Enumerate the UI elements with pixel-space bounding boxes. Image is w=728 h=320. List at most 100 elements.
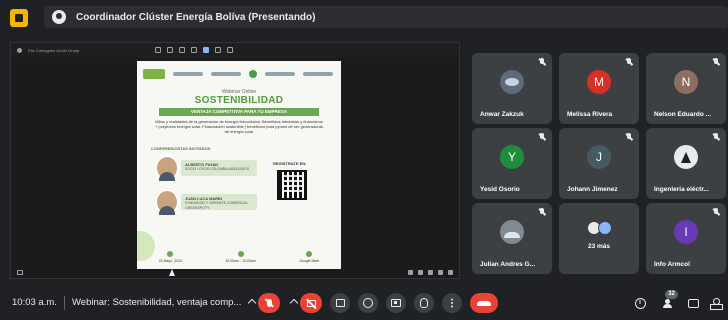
people-button[interactable] (662, 296, 676, 310)
flyer-platform-text: Google Meet (299, 259, 320, 263)
mic-off-icon (712, 133, 720, 141)
clock: 10:03 a.m. (12, 297, 57, 308)
toolbar-tool-icon[interactable] (215, 47, 222, 53)
avatar: J (587, 145, 611, 169)
camera-toggle-button[interactable] (300, 293, 322, 313)
avatar (598, 221, 612, 235)
mic-off-icon (266, 299, 272, 307)
activities-icon (710, 297, 723, 310)
meet-window: Coordinador Clúster Energía Bolíva (Pres… (0, 0, 728, 320)
greenspoty-logo-icon (249, 70, 257, 78)
search-icon[interactable] (428, 270, 433, 275)
camera-off-icon (306, 299, 316, 307)
flyer-description: Mitos y realidades de la generación de e… (155, 119, 323, 134)
speaker-role: FUNDADOR Y GERENTE COMERCIAL GREENSPOTY (185, 201, 248, 210)
speaker-photo (155, 189, 179, 215)
participant-tile[interactable]: J Johann Jimenez (559, 128, 639, 199)
zoom-out-icon[interactable] (408, 270, 413, 275)
speaker-photo (155, 155, 179, 181)
speaker-tag: ALBERTO FAYAD SOCIO LOYDS COLOMBIA ABOGA… (181, 160, 257, 176)
mic-toggle-button[interactable] (258, 293, 280, 313)
captions-icon[interactable] (17, 270, 23, 275)
emoji-icon (363, 298, 373, 308)
participant-tile[interactable]: I Info Armcol (646, 203, 726, 274)
flyer-time-text: 10:00am - 12:00am (225, 259, 256, 263)
present-screen-icon (391, 299, 401, 307)
fullscreen-icon[interactable] (448, 270, 453, 275)
activities-button[interactable] (709, 296, 723, 310)
mic-off-icon (538, 208, 546, 216)
mic-off-icon (538, 58, 546, 66)
participant-name: Melissa Rivera (567, 111, 613, 118)
avatar (500, 70, 524, 94)
speaker-card: ALBERTO FAYAD SOCIO LOYDS COLOMBIA ABOGA… (151, 155, 263, 181)
speaker-tag: JUAN LUCA MARÍN FUNDADOR Y GERENTE COMER… (181, 194, 257, 210)
chat-button[interactable] (686, 296, 700, 310)
reactions-button[interactable] (358, 293, 378, 313)
sponsor-logo-icon (265, 72, 295, 76)
people-icon (663, 299, 675, 308)
toolbar-tool-icon[interactable] (155, 47, 162, 53)
avatar (674, 145, 698, 169)
participant-name: Info Armcol (654, 261, 690, 268)
leave-call-button[interactable] (470, 293, 498, 313)
mic-off-icon (538, 133, 546, 141)
captions-button[interactable] (330, 293, 350, 313)
energy-logo-icon (143, 69, 165, 79)
sponsor-logos (143, 67, 335, 81)
flyer-date-text: 23 Mayo, 2024 (158, 259, 182, 263)
chevron-up-icon[interactable] (247, 298, 257, 308)
app-logo-icon[interactable] (10, 9, 28, 27)
sponsor-logo-icon (211, 72, 241, 76)
avatar (500, 220, 524, 244)
avatar: N (674, 70, 698, 94)
avatar: Y (500, 145, 524, 169)
more-participants-tile[interactable]: 23 más (559, 203, 639, 274)
flyer-platform: Google Meet (299, 251, 319, 263)
more-options-button[interactable] (442, 293, 462, 313)
raise-hand-button[interactable] (414, 293, 434, 313)
divider (64, 296, 65, 310)
participant-name: Johann Jimenez (567, 186, 618, 193)
chevron-up-icon[interactable] (289, 298, 299, 308)
participant-tile[interactable]: N Nelson Eduardo ... (646, 53, 726, 124)
mic-off-icon (712, 208, 720, 216)
fit-icon[interactable] (438, 270, 443, 275)
flyer-footer: 23 Mayo, 2024 10:00am - 12:00am Google M… (137, 251, 341, 263)
presenting-banner: Coordinador Clúster Energía Bolíva (Pres… (44, 6, 728, 28)
participant-tile[interactable]: Julian Andres G... (472, 203, 552, 274)
flyer-register-label: REGÍSTRATE EN: (273, 161, 307, 166)
mic-off-icon (625, 133, 633, 141)
speaker-card: JUAN LUCA MARÍN FUNDADOR Y GERENTE COMER… (151, 189, 263, 215)
flyer-time: 10:00am - 12:00am (225, 251, 256, 263)
zoom-in-icon[interactable] (418, 270, 423, 275)
avatar: I (674, 220, 698, 244)
more-vertical-icon (451, 302, 453, 304)
toolbar-tool-icon[interactable] (191, 47, 198, 53)
presentation-toolbar: Pac Coleagues Under Group (11, 43, 459, 57)
presenter-avatar-icon (52, 10, 66, 24)
toolbar-tool-icon[interactable] (167, 47, 174, 53)
captions-icon (335, 299, 345, 307)
sponsor-logo-icon (303, 72, 333, 76)
stacked-avatars (587, 221, 613, 235)
meeting-details-button[interactable]: i (633, 296, 647, 310)
present-button[interactable] (386, 293, 406, 313)
webinar-flyer: Webinar Online SOSTENIBILIDAD VENTAJA CO… (137, 61, 341, 269)
top-bar: Coordinador Clúster Energía Bolíva (Pres… (0, 0, 728, 34)
participant-tile[interactable]: M Melissa Rivera (559, 53, 639, 124)
toolbar-tool-icon[interactable] (227, 47, 234, 53)
toolbar-tool-icon[interactable] (179, 47, 186, 53)
mic-off-icon (625, 58, 633, 66)
participant-name: Nelson Eduardo ... (654, 111, 712, 118)
flyer-speakers-heading: CONFERENCISTAS INVITADOS (151, 146, 211, 151)
avatar: M (587, 70, 611, 94)
meeting-name: Webinar: Sostenibilidad, ventaja comp... (72, 297, 242, 308)
toolbar-tool-icon[interactable] (203, 47, 210, 53)
participant-tile[interactable]: Y Yesid Osorio (472, 128, 552, 199)
participant-tile[interactable]: Ingenieria eléctr... (646, 128, 726, 199)
info-icon: i (634, 297, 646, 309)
bottom-control-bar: 10:03 a.m. Webinar: Sostenibilidad, vent… (0, 286, 728, 320)
participant-tile[interactable]: Anwar Zakzuk (472, 53, 552, 124)
presentation-controls (408, 270, 453, 275)
